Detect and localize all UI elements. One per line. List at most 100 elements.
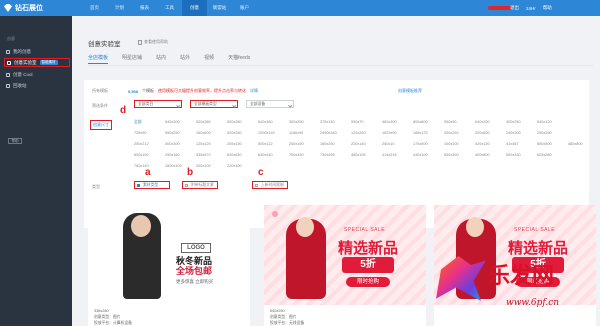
category-select[interactable]: 全部类目	[134, 100, 182, 108]
size-option[interactable]: 520x280	[227, 120, 242, 124]
size-option[interactable]: 800x500	[537, 142, 552, 146]
sidebar-item-my-creative[interactable]: 我的创意	[6, 47, 66, 56]
size-option[interactable]: 500x122	[258, 142, 273, 146]
material-type-checkbox[interactable]: 素材类型	[134, 181, 170, 189]
size-option[interactable]: 950x90	[444, 120, 456, 124]
size-option[interactable]: 全部	[134, 120, 142, 125]
size-option[interactable]: 100x100	[444, 142, 459, 146]
creative-preview[interactable]: LOGO 秋冬新品 全场包邮 更多惊喜 立即购买	[88, 205, 250, 305]
size-option[interactable]: 200x600	[475, 131, 490, 135]
title-copy-checkbox[interactable]: 附带标题文案	[182, 181, 218, 189]
size-option[interactable]: 730x496	[320, 153, 335, 157]
page-title: 创意实验室	[88, 41, 121, 48]
size-option[interactable]: 2490x340	[320, 131, 337, 135]
size-option[interactable]: 300x250	[289, 120, 304, 124]
size-option[interactable]: 1200x140	[258, 131, 275, 135]
size-option[interactable]: 220x140	[351, 142, 366, 146]
help-link[interactable]: 查看使用帮助	[138, 39, 168, 45]
tab-offsite[interactable]: 站外	[180, 54, 190, 64]
tab-tmall-feeds[interactable]: 天猫feeds	[228, 54, 250, 64]
size-option[interactable]: 41x487	[506, 142, 518, 146]
template-card[interactable]: SPECIAL SALE 精选新品 5折 限时抢购 640x250 创意类型：图…	[264, 205, 426, 326]
size-option[interactable]: 1500x100	[165, 164, 182, 168]
service-link[interactable]: 24Hr	[526, 6, 536, 11]
size-option[interactable]: 480x800	[568, 142, 583, 146]
size-option[interactable]: 120x250	[351, 131, 366, 135]
size-option[interactable]: 375x130	[320, 120, 335, 124]
size-option[interactable]: 200x250	[444, 131, 459, 135]
sidebar-item-recycle[interactable]: 回收站	[6, 81, 66, 90]
template-card[interactable]: LOGO 秋冬新品 全场包邮 更多惊喜 立即购买 336x280 创意类型：图片…	[88, 205, 250, 326]
size-option[interactable]: 250x212	[134, 142, 149, 146]
sidebar: 创意 我的创意 创意实验室 智能素材 创意 Cool 回收站 帮助	[0, 16, 72, 326]
size-option[interactable]: 640x120	[537, 120, 552, 124]
template-recommend-link[interactable]: 创意模板推荐	[398, 88, 468, 94]
size-option[interactable]: 250x150	[289, 142, 304, 146]
size-option[interactable]: 640x440	[258, 153, 273, 157]
size-option[interactable]: 240x200	[506, 131, 521, 135]
size-option[interactable]: 990x70	[351, 120, 363, 124]
size-option[interactable]: 175x500	[413, 142, 428, 146]
size-option[interactable]: 640x200	[165, 120, 180, 124]
size-option[interactable]: 500x330	[506, 153, 521, 157]
nav-creative[interactable]: 创意	[182, 0, 207, 16]
nav-tools[interactable]: 工具	[157, 0, 182, 16]
size-option[interactable]: 400x250	[506, 120, 521, 124]
size-option[interactable]: 800x390	[444, 153, 459, 157]
nav-plan[interactable]: 计划	[107, 0, 132, 16]
size-option[interactable]: 250x10	[382, 142, 394, 146]
size-option[interactable]: 400x800	[475, 153, 490, 157]
size-option[interactable]: 335x570	[196, 153, 211, 157]
size-option[interactable]: 290x160	[165, 153, 180, 157]
nav-account[interactable]: 账户	[232, 0, 257, 16]
size-option[interactable]: 300x300	[165, 142, 180, 146]
size-option[interactable]: 250x250	[537, 131, 552, 135]
size-option[interactable]: 950x250	[165, 131, 180, 135]
size-option[interactable]: 200x100	[196, 164, 211, 168]
size-option[interactable]: 440x100	[413, 153, 428, 157]
details-link[interactable]: 详情	[250, 88, 258, 94]
nav-alliance[interactable]: 联盟站	[207, 0, 232, 16]
size-option[interactable]: 205x130	[227, 142, 242, 146]
help-link[interactable]: 帮助	[543, 5, 552, 11]
size-option[interactable]: 800x800	[413, 120, 428, 124]
size-option[interactable]: 640x480	[258, 120, 273, 124]
template-type-select[interactable]: 全部模板类型	[190, 100, 238, 108]
size-option[interactable]: 728x90	[134, 131, 146, 135]
size-option[interactable]: 150x250	[320, 142, 335, 146]
sidebar-help-chip[interactable]: 帮助	[8, 138, 22, 144]
size-option[interactable]: 640x200	[475, 120, 490, 124]
tab-video[interactable]: 视频	[204, 54, 214, 64]
brand[interactable]: 钻石展位	[4, 3, 43, 13]
tab-all-templates[interactable]: 全店模板	[88, 54, 109, 64]
device-select[interactable]: 全部设备	[246, 100, 294, 108]
size-option[interactable]: 750x430	[289, 153, 304, 157]
template-type-select-value: 全部模板类型	[194, 102, 217, 106]
sidebar-item-creative-lab[interactable]: 创意实验室 智能素材	[4, 58, 70, 67]
size-option[interactable]: 520x280	[227, 131, 242, 135]
size-option[interactable]: 160x600	[196, 131, 211, 135]
size-option[interactable]: 1629x90	[382, 131, 397, 135]
tab-onsite[interactable]: 站内	[156, 54, 166, 64]
creative-preview[interactable]: SPECIAL SALE 精选新品 5折 限时抢购	[264, 205, 426, 305]
size-option[interactable]: 414x216	[382, 153, 397, 157]
size-option[interactable]: 168x175	[413, 131, 428, 135]
size-option[interactable]: 480x195	[351, 153, 366, 157]
tab-star-shops[interactable]: 明星店铺	[122, 54, 142, 64]
new-arrival-checkbox[interactable]: 上新时间限制	[252, 181, 288, 189]
size-option[interactable]: 640x640	[227, 153, 242, 157]
size-option[interactable]: 420x120	[475, 142, 490, 146]
size-option[interactable]: 1180x90	[289, 131, 303, 135]
size-option[interactable]: 800x150	[134, 153, 149, 157]
size-option[interactable]: 460x300	[382, 120, 397, 124]
checkbox-label: 附带标题文案	[191, 183, 214, 187]
card-size: 640x250	[270, 309, 285, 313]
sidebar-item-creative-cool[interactable]: 创意 Cool	[6, 70, 66, 79]
nav-home[interactable]: 首页	[82, 0, 107, 16]
size-option[interactable]: 625x280	[537, 153, 552, 157]
logout-link[interactable]: 退出	[510, 5, 519, 11]
nav-report[interactable]: 报表	[132, 0, 157, 16]
size-option[interactable]: 520x280	[196, 120, 211, 124]
size-option[interactable]: 220x100	[227, 164, 242, 168]
size-option[interactable]: 125x125	[196, 142, 211, 146]
